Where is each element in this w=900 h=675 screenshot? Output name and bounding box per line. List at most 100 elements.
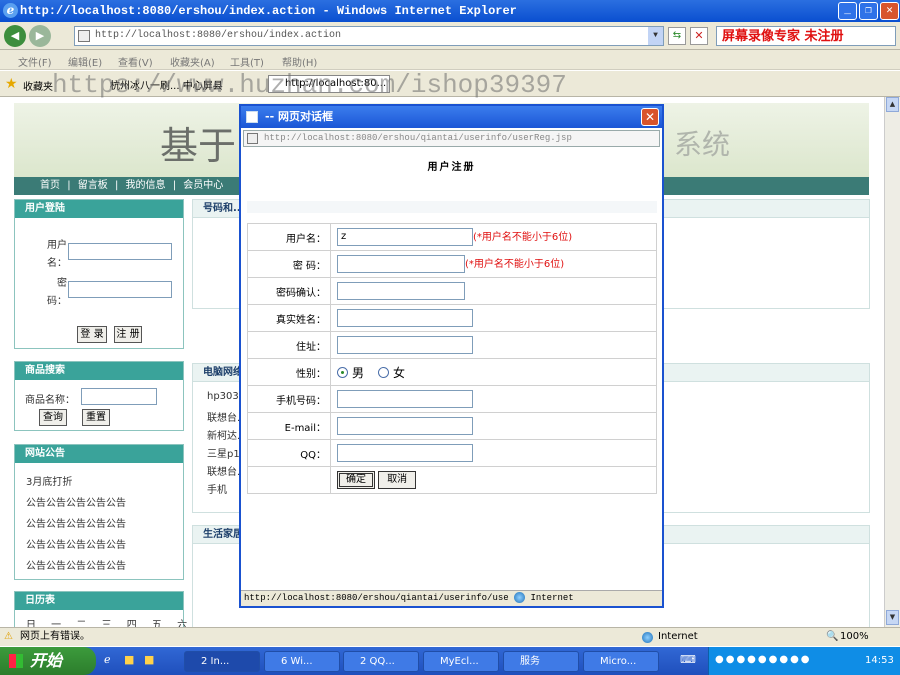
scroll-down-icon[interactable]: ▼ xyxy=(886,610,899,625)
product-link[interactable]: 手机 xyxy=(207,481,227,496)
dialog-close-button[interactable]: ✕ xyxy=(641,108,659,126)
star-icon: ★ xyxy=(5,76,18,92)
nav-member-center[interactable]: 会员中心 xyxy=(183,180,223,191)
username-hint: (*用户名不能小于6位) xyxy=(473,232,573,243)
menu-bar: 文件(F) 编辑(E) 查看(V) 收藏夹(A) 工具(T) 帮助(H) xyxy=(0,50,900,70)
notice-item[interactable]: 公告公告公告公告公告 xyxy=(26,536,126,551)
password-field-label: 密 码： xyxy=(247,250,331,278)
taskbar-item-services[interactable]: 服务 xyxy=(503,651,579,672)
stop-icon[interactable]: ✕ xyxy=(690,27,708,45)
form-row-email: E-mail： xyxy=(247,412,657,440)
form-row-password: 密 码： (*用户名不能小于6位) xyxy=(247,250,657,278)
notice-item[interactable]: 公告公告公告公告公告 xyxy=(26,515,126,530)
register-dialog: -- 网页对话框 ✕ http://localhost:8080/ershou/… xyxy=(239,104,664,608)
taskbar-item-qq[interactable]: 2 QQ... xyxy=(343,651,419,672)
warning-icon[interactable]: ⚠ xyxy=(4,628,13,646)
username-field[interactable]: z xyxy=(337,228,473,246)
page-scrollbar[interactable]: ▲ ▼ xyxy=(884,97,900,627)
login-panel: 用户登陆 用户 名： 密 码： 登 录 注 册 xyxy=(14,199,184,349)
notice-item[interactable]: 公告公告公告公告公告 xyxy=(26,557,126,572)
form-row-buttons: 确定 取消 xyxy=(247,466,657,494)
username-label-2: 名： xyxy=(47,258,67,269)
start-button[interactable]: 开始 xyxy=(0,647,96,675)
realname-field[interactable] xyxy=(337,309,473,327)
minimize-button[interactable]: _ xyxy=(838,2,857,20)
calendar-header: 日历表 xyxy=(15,592,183,610)
taskbar-item-myeclipse[interactable]: MyEcl... xyxy=(423,651,499,672)
username-label: 用户 xyxy=(47,240,67,251)
register-button[interactable]: 注 册 xyxy=(114,326,142,343)
form-row-gender: 性别： 男 女 xyxy=(247,358,657,386)
address-text: http://localhost:8080/ershou/index.actio… xyxy=(95,30,342,41)
form-row-confirm: 密码确认： xyxy=(247,277,657,305)
quicklaunch-ie-icon[interactable]: ℯ xyxy=(104,653,111,666)
login-password-input[interactable] xyxy=(68,281,172,298)
nav-guestbook[interactable]: 留言板 xyxy=(78,180,108,191)
tray-icons[interactable]: ●●●●●●●●● xyxy=(715,654,812,665)
notice-item[interactable]: 3月底打折 xyxy=(26,473,72,488)
password-field[interactable] xyxy=(337,255,465,273)
menu-favorites[interactable]: 收藏夹(A) xyxy=(170,54,215,69)
query-button[interactable]: 查询 xyxy=(39,409,67,426)
username-field-label: 用户名： xyxy=(247,223,331,251)
register-form: 用户名： z (*用户名不能小于6位) 密 码： (*用户名不能小于6位) 密码确… xyxy=(247,223,657,494)
keyboard-icon[interactable]: ⌨ xyxy=(680,653,696,666)
taskbar-item-microsoft[interactable]: Micro... xyxy=(583,651,659,672)
cancel-button[interactable]: 取消 xyxy=(378,471,417,489)
address-dropdown-icon[interactable]: ▼ xyxy=(648,27,663,45)
quicklaunch-folder-icon[interactable]: ■ xyxy=(124,653,134,666)
reset-button[interactable]: 重置 xyxy=(82,409,110,426)
favorites-button[interactable]: 收藏夹 xyxy=(23,78,53,93)
security-zone: Internet xyxy=(658,631,698,642)
close-window-button[interactable]: ✕ xyxy=(880,2,899,20)
address-input[interactable]: http://localhost:8080/ershou/index.actio… xyxy=(74,26,664,46)
notice-item[interactable]: 公告公告公告公告公告 xyxy=(26,494,126,509)
search-header: 商品搜索 xyxy=(15,362,183,380)
confirm-field-label: 密码确认： xyxy=(247,277,331,305)
dialog-status-url: http://localhost:8080/ershou/qiantai/use… xyxy=(244,593,509,603)
address-field[interactable] xyxy=(337,336,473,354)
nav-my-info[interactable]: 我的信息 xyxy=(126,180,166,191)
login-button[interactable]: 登 录 xyxy=(77,326,107,343)
login-username-input[interactable] xyxy=(68,243,172,260)
phone-field[interactable] xyxy=(337,390,473,408)
gender-male-radio[interactable] xyxy=(337,366,348,378)
nav-home[interactable]: 首页 xyxy=(40,180,60,191)
dialog-statusbar: http://localhost:8080/ershou/qiantai/use… xyxy=(241,590,662,606)
menu-tools[interactable]: 工具(T) xyxy=(230,54,264,69)
gender-female-label: 女 xyxy=(393,365,406,380)
address-field-label: 住址： xyxy=(247,331,331,359)
back-button[interactable]: ◀ xyxy=(4,25,26,47)
scroll-up-icon[interactable]: ▲ xyxy=(886,97,899,112)
search-panel: 商品搜索 商品名称： 查询 重置 xyxy=(14,361,184,431)
menu-edit[interactable]: 编辑(E) xyxy=(68,54,102,69)
menu-file[interactable]: 文件(F) xyxy=(18,54,52,69)
taskbar-item-ie[interactable]: 2 In... xyxy=(184,651,260,672)
taskbar-item-explorer[interactable]: 6 Wi... xyxy=(264,651,340,672)
error-message[interactable]: 网页上有错误。 xyxy=(20,628,90,646)
zoom-icon[interactable]: 🔍 xyxy=(826,628,838,646)
quicklaunch-folder-icon[interactable]: ■ xyxy=(144,653,154,666)
password-hint: (*用户名不能小于6位) xyxy=(465,259,565,270)
gender-male-label: 男 xyxy=(352,365,365,380)
menu-help[interactable]: 帮助(H) xyxy=(282,54,317,69)
dialog-address: http://localhost:8080/ershou/qiantai/use… xyxy=(243,130,660,147)
password-label: 密 xyxy=(57,278,67,289)
maximize-button[interactable]: ❐ xyxy=(859,2,878,20)
email-field[interactable] xyxy=(337,417,473,435)
globe-icon xyxy=(514,592,526,604)
qq-field[interactable] xyxy=(337,444,473,462)
page-icon xyxy=(78,30,90,42)
nav-sep: | xyxy=(172,180,177,191)
confirm-password-field[interactable] xyxy=(337,282,465,300)
password-label-2: 码： xyxy=(47,296,67,307)
gender-female-radio[interactable] xyxy=(378,366,390,378)
product-name-input[interactable] xyxy=(81,388,157,405)
zoom-level[interactable]: 100% xyxy=(840,628,869,646)
menu-view[interactable]: 查看(V) xyxy=(118,54,153,69)
window-title: http://localhost:8080/ershou/index.actio… xyxy=(20,4,517,18)
taskbar: 开始 ℯ ■ ■ 2 In... 6 Wi... 2 QQ... MyEcl..… xyxy=(0,647,900,675)
forward-button[interactable]: ▶ xyxy=(29,25,51,47)
confirm-button[interactable]: 确定 xyxy=(337,471,375,489)
refresh-icon[interactable]: ⇆ xyxy=(668,27,686,45)
